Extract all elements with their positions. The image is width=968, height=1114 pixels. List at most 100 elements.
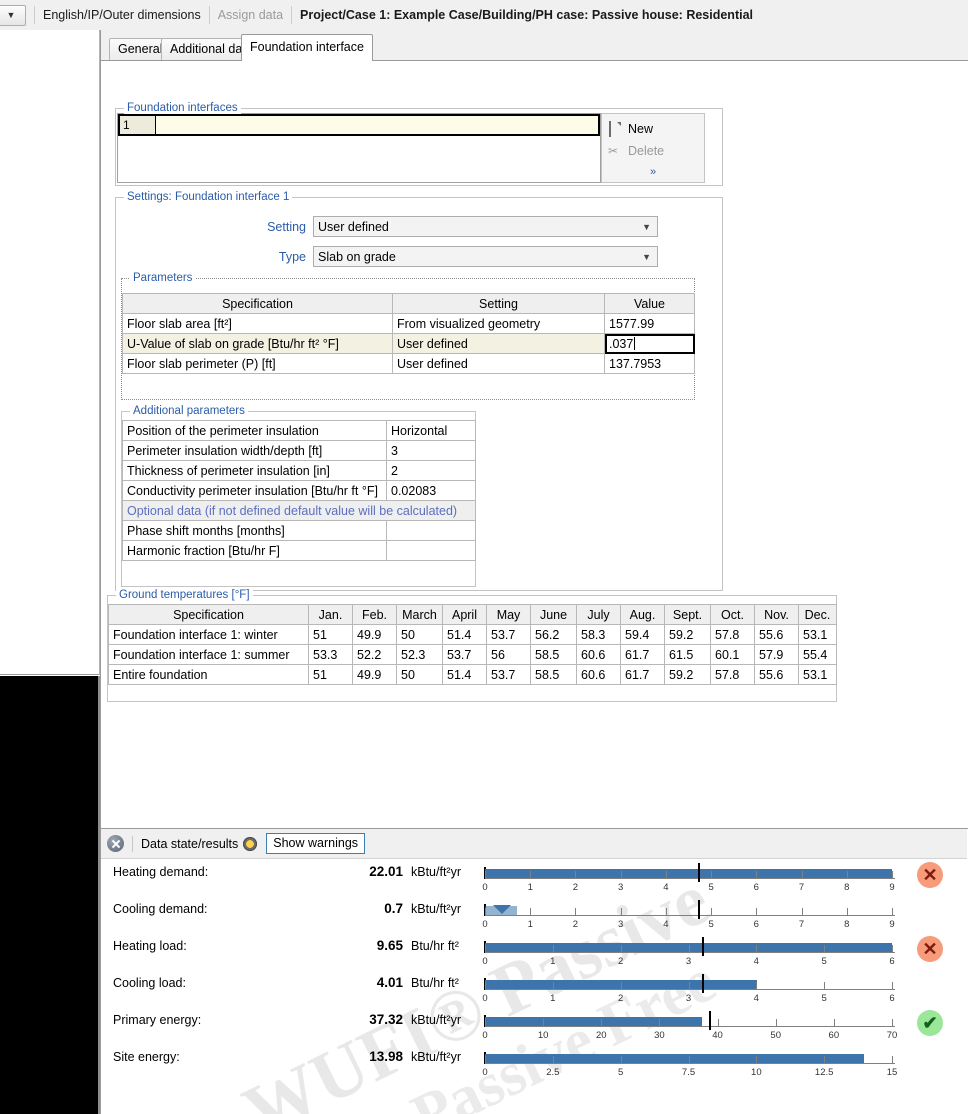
chart-tick-upper <box>485 871 486 878</box>
gt-r0-c2: 50 <box>397 625 443 645</box>
table-row[interactable]: Phase shift months [months] <box>123 521 476 541</box>
close-icon[interactable] <box>107 835 124 852</box>
setting-select[interactable]: User defined ▼ <box>313 216 658 237</box>
chart-threshold-marker <box>709 1011 711 1030</box>
addparam-spec-1: Perimeter insulation width/depth [ft] <box>123 441 387 461</box>
table-row: Foundation interface 1: summer 53.3 52.2… <box>109 645 837 665</box>
chart-tick-label: 0 <box>482 1067 487 1078</box>
table-row[interactable]: Perimeter insulation width/depth [ft] 3 <box>123 441 476 461</box>
param-setting-2[interactable]: User defined <box>393 334 605 354</box>
additional-parameters-group-label: Additional parameters <box>130 405 248 417</box>
gt-h-5: May <box>487 605 531 625</box>
chart-tick-label: 0 <box>482 1030 487 1041</box>
foundation-interfaces-list[interactable]: 1 <box>117 113 601 183</box>
table-row: Foundation interface 1: winter 51 49.9 5… <box>109 625 837 645</box>
main-content-panel: General Additional data Foundation inter… <box>100 30 968 828</box>
gt-r2-c10: 55.6 <box>755 665 799 685</box>
optional-spec-1: Harmonic fraction [Btu/hr F] <box>123 541 387 561</box>
result-row: Primary energy:37.32kBtu/ft²yr0102030405… <box>101 1007 967 1043</box>
chart-tick-upper <box>553 1056 554 1063</box>
chart-tick-upper <box>802 908 803 915</box>
table-row[interactable]: Thickness of perimeter insulation [in] 2 <box>123 461 476 481</box>
type-select[interactable]: Slab on grade ▼ <box>313 246 658 267</box>
param-value[interactable]: 1577.99 <box>605 314 695 334</box>
gt-h-7: July <box>577 605 621 625</box>
chart-tick-label: 6 <box>754 919 759 930</box>
addparam-value-1[interactable]: 3 <box>387 441 476 461</box>
param-value-3[interactable]: 137.7953 <box>605 354 695 374</box>
harmonic-fraction-input[interactable] <box>387 541 476 561</box>
chart-tick-upper <box>834 1019 835 1026</box>
gt-r2-spec: Entire foundation <box>109 665 309 685</box>
param-spec: Floor slab area [ft²] <box>123 314 393 334</box>
gt-h-0: Specification <box>109 605 309 625</box>
table-row[interactable]: Position of the perimeter insulation Hor… <box>123 421 476 441</box>
result-unit: kBtu/ft²yr <box>411 1050 461 1064</box>
result-row: Cooling demand:0.7kBtu/ft²yr0123456789 <box>101 896 967 932</box>
chart-tick-upper <box>485 1019 486 1026</box>
phase-shift-input[interactable] <box>387 521 476 541</box>
chart-tick-label: 0 <box>482 882 487 893</box>
param-spec-2: U-Value of slab on grade [Btu/hr ft² °F] <box>123 334 393 354</box>
top-toolbar: ▼ English/IP/Outer dimensions Assign dat… <box>0 0 968 30</box>
3d-viewport[interactable] <box>0 676 100 1114</box>
table-row[interactable]: Conductivity perimeter insulation [Btu/h… <box>123 481 476 501</box>
new-button[interactable]: New <box>602 118 704 140</box>
chart-tick-label: 7 <box>799 919 804 930</box>
gt-r1-c0: 53.3 <box>309 645 353 665</box>
tab-foundation-interface[interactable]: Foundation interface <box>241 34 373 61</box>
delete-button[interactable]: ✂ Delete <box>602 140 704 162</box>
unit-system-dropdown[interactable]: ▼ <box>0 5 26 26</box>
chart-tick-upper <box>485 1056 486 1063</box>
addparam-value-2[interactable]: 2 <box>387 461 476 481</box>
chart-tick-label: 7.5 <box>682 1067 695 1078</box>
list-item-selected[interactable]: 1 <box>118 114 600 136</box>
gt-h-8: Aug. <box>621 605 665 625</box>
delete-button-label: Delete <box>628 144 664 158</box>
setting-select-value: User defined <box>318 220 389 234</box>
table-row[interactable]: Harmonic fraction [Btu/hr F] <box>123 541 476 561</box>
chart-tick-upper <box>689 1056 690 1063</box>
results-rows: Heating demand:22.01kBtu/ft²yr0123456789… <box>101 859 967 1114</box>
gt-r1-c2: 52.3 <box>397 645 443 665</box>
chart-tick-upper <box>892 982 893 989</box>
gt-r1-c4: 56 <box>487 645 531 665</box>
chart-tick-upper <box>824 1056 825 1063</box>
table-row-selected[interactable]: U-Value of slab on grade [Btu/hr ft² °F]… <box>123 334 695 354</box>
chart-tick-upper <box>530 871 531 878</box>
chart-tick-upper <box>621 982 622 989</box>
addparam-value-0[interactable]: Horizontal <box>387 421 476 441</box>
param-setting-3[interactable]: User defined <box>393 354 605 374</box>
show-warnings-button[interactable]: Show warnings <box>266 833 365 854</box>
table-row: Entire foundation 51 49.9 50 51.4 53.7 5… <box>109 665 837 685</box>
chart-tick-label: 5 <box>822 956 827 967</box>
gear-icon[interactable] <box>243 837 257 851</box>
chart-tick-label: 2 <box>618 956 623 967</box>
addparam-value-3[interactable]: 0.02083 <box>387 481 476 501</box>
chart-tick-label: 4 <box>754 956 759 967</box>
expand-more-button[interactable]: » <box>602 166 704 178</box>
table-row-3[interactable]: Floor slab perimeter (P) [ft] User defin… <box>123 354 695 374</box>
chart-tick-upper <box>530 908 531 915</box>
status-fail-icon: ✕ <box>917 862 943 888</box>
results-title: Data state/results <box>141 837 238 851</box>
gt-r1-c9: 60.1 <box>711 645 755 665</box>
chart-tick-upper <box>485 908 486 915</box>
chart-tick-label: 3 <box>686 993 691 1004</box>
chart-tick-label: 0 <box>482 993 487 1004</box>
u-value-input[interactable]: .037 <box>605 334 695 354</box>
gt-h-1: Jan. <box>309 605 353 625</box>
gt-r0-c3: 51.4 <box>443 625 487 645</box>
chart-tick-upper <box>802 871 803 878</box>
assign-data-button[interactable]: Assign data <box>218 8 283 22</box>
chart-tick-label: 4 <box>754 993 759 1004</box>
gt-r1-c7: 61.7 <box>621 645 665 665</box>
unit-system-label: English/IP/Outer dimensions <box>43 8 201 22</box>
table-row[interactable]: Floor slab area [ft²] From visualized ge… <box>123 314 695 334</box>
status-ok-icon: ✔ <box>917 1010 943 1036</box>
param-setting[interactable]: From visualized geometry <box>393 314 605 334</box>
chart-tick-upper <box>666 871 667 878</box>
gt-r2-c3: 51.4 <box>443 665 487 685</box>
ground-temperatures-group-label: Ground temperatures [°F] <box>116 589 253 601</box>
chart-tick-label: 5 <box>708 882 713 893</box>
